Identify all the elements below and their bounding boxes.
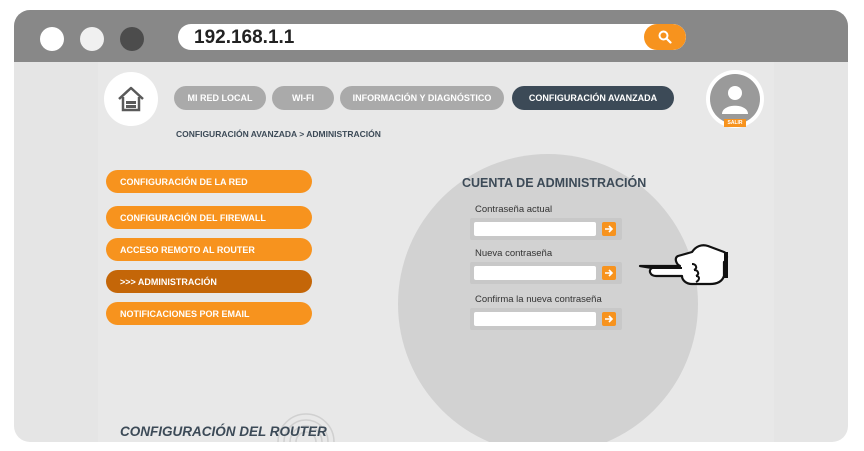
search-button[interactable] bbox=[644, 24, 686, 50]
arrow-right-icon bbox=[605, 269, 614, 277]
arrow-right-icon bbox=[605, 225, 614, 233]
address-bar[interactable]: 192.168.1.1 bbox=[178, 24, 686, 50]
current-password-label: Contraseña actual bbox=[475, 204, 553, 215]
user-menu[interactable]: SALIR bbox=[706, 70, 764, 128]
current-password-input[interactable] bbox=[474, 222, 596, 236]
confirm-password-input[interactable] bbox=[474, 312, 596, 326]
tab-configuracion-avanzada[interactable]: CONFIGURACIÓN AVANZADA bbox=[512, 86, 674, 110]
current-password-row bbox=[470, 218, 622, 240]
footer-title: CONFIGURACIÓN DEL ROUTER bbox=[120, 424, 327, 439]
tab-informacion-diagnostico[interactable]: INFORMACIÓN Y DIAGNÓSTICO bbox=[340, 86, 504, 110]
sidebar-item-configuracion-red[interactable]: CONFIGURACIÓN DE LA RED bbox=[106, 170, 312, 193]
new-password-row bbox=[470, 262, 622, 284]
home-icon bbox=[118, 86, 144, 112]
tab-mi-red-local[interactable]: MI RED LOCAL bbox=[174, 86, 266, 110]
browser-window: 192.168.1.1 MI RED LOCAL WI-FI INFORMACI… bbox=[14, 10, 848, 442]
user-icon bbox=[722, 86, 748, 114]
tab-wifi[interactable]: WI-FI bbox=[272, 86, 334, 110]
current-password-submit-button[interactable] bbox=[602, 222, 616, 236]
window-control-dot[interactable] bbox=[40, 27, 64, 51]
sidebar-item-acceso-remoto[interactable]: ACCESO REMOTO AL ROUTER bbox=[106, 238, 312, 261]
window-control-dot[interactable] bbox=[80, 27, 104, 51]
confirm-password-row bbox=[470, 308, 622, 330]
browser-titlebar: 192.168.1.1 bbox=[14, 10, 848, 62]
avatar[interactable] bbox=[710, 74, 760, 124]
pointing-hand-icon bbox=[638, 244, 729, 286]
confirm-password-label: Confirma la nueva contraseña bbox=[475, 294, 602, 305]
new-password-submit-button[interactable] bbox=[602, 266, 616, 280]
confirm-password-submit-button[interactable] bbox=[602, 312, 616, 326]
logout-button[interactable]: SALIR bbox=[724, 119, 746, 127]
home-button[interactable] bbox=[104, 72, 158, 126]
section-title: CUENTA DE ADMINISTRACIÓN bbox=[462, 176, 647, 190]
new-password-input[interactable] bbox=[474, 266, 596, 280]
search-icon bbox=[658, 30, 672, 44]
breadcrumb: CONFIGURACIÓN AVANZADA > ADMINISTRACIÓN bbox=[176, 129, 381, 139]
sidebar-item-configuracion-firewall[interactable]: CONFIGURACIÓN DEL FIREWALL bbox=[106, 206, 312, 229]
router-admin-page: MI RED LOCAL WI-FI INFORMACIÓN Y DIAGNÓS… bbox=[98, 62, 774, 442]
window-control-dot[interactable] bbox=[120, 27, 144, 51]
url-text[interactable]: 192.168.1.1 bbox=[194, 27, 294, 49]
sidebar-item-administracion[interactable]: >>> ADMINISTRACIÓN bbox=[106, 270, 312, 293]
arrow-right-icon bbox=[605, 315, 614, 323]
sidebar-item-notificaciones-email[interactable]: NOTIFICACIONES POR EMAIL bbox=[106, 302, 312, 325]
new-password-label: Nueva contraseña bbox=[475, 248, 553, 259]
